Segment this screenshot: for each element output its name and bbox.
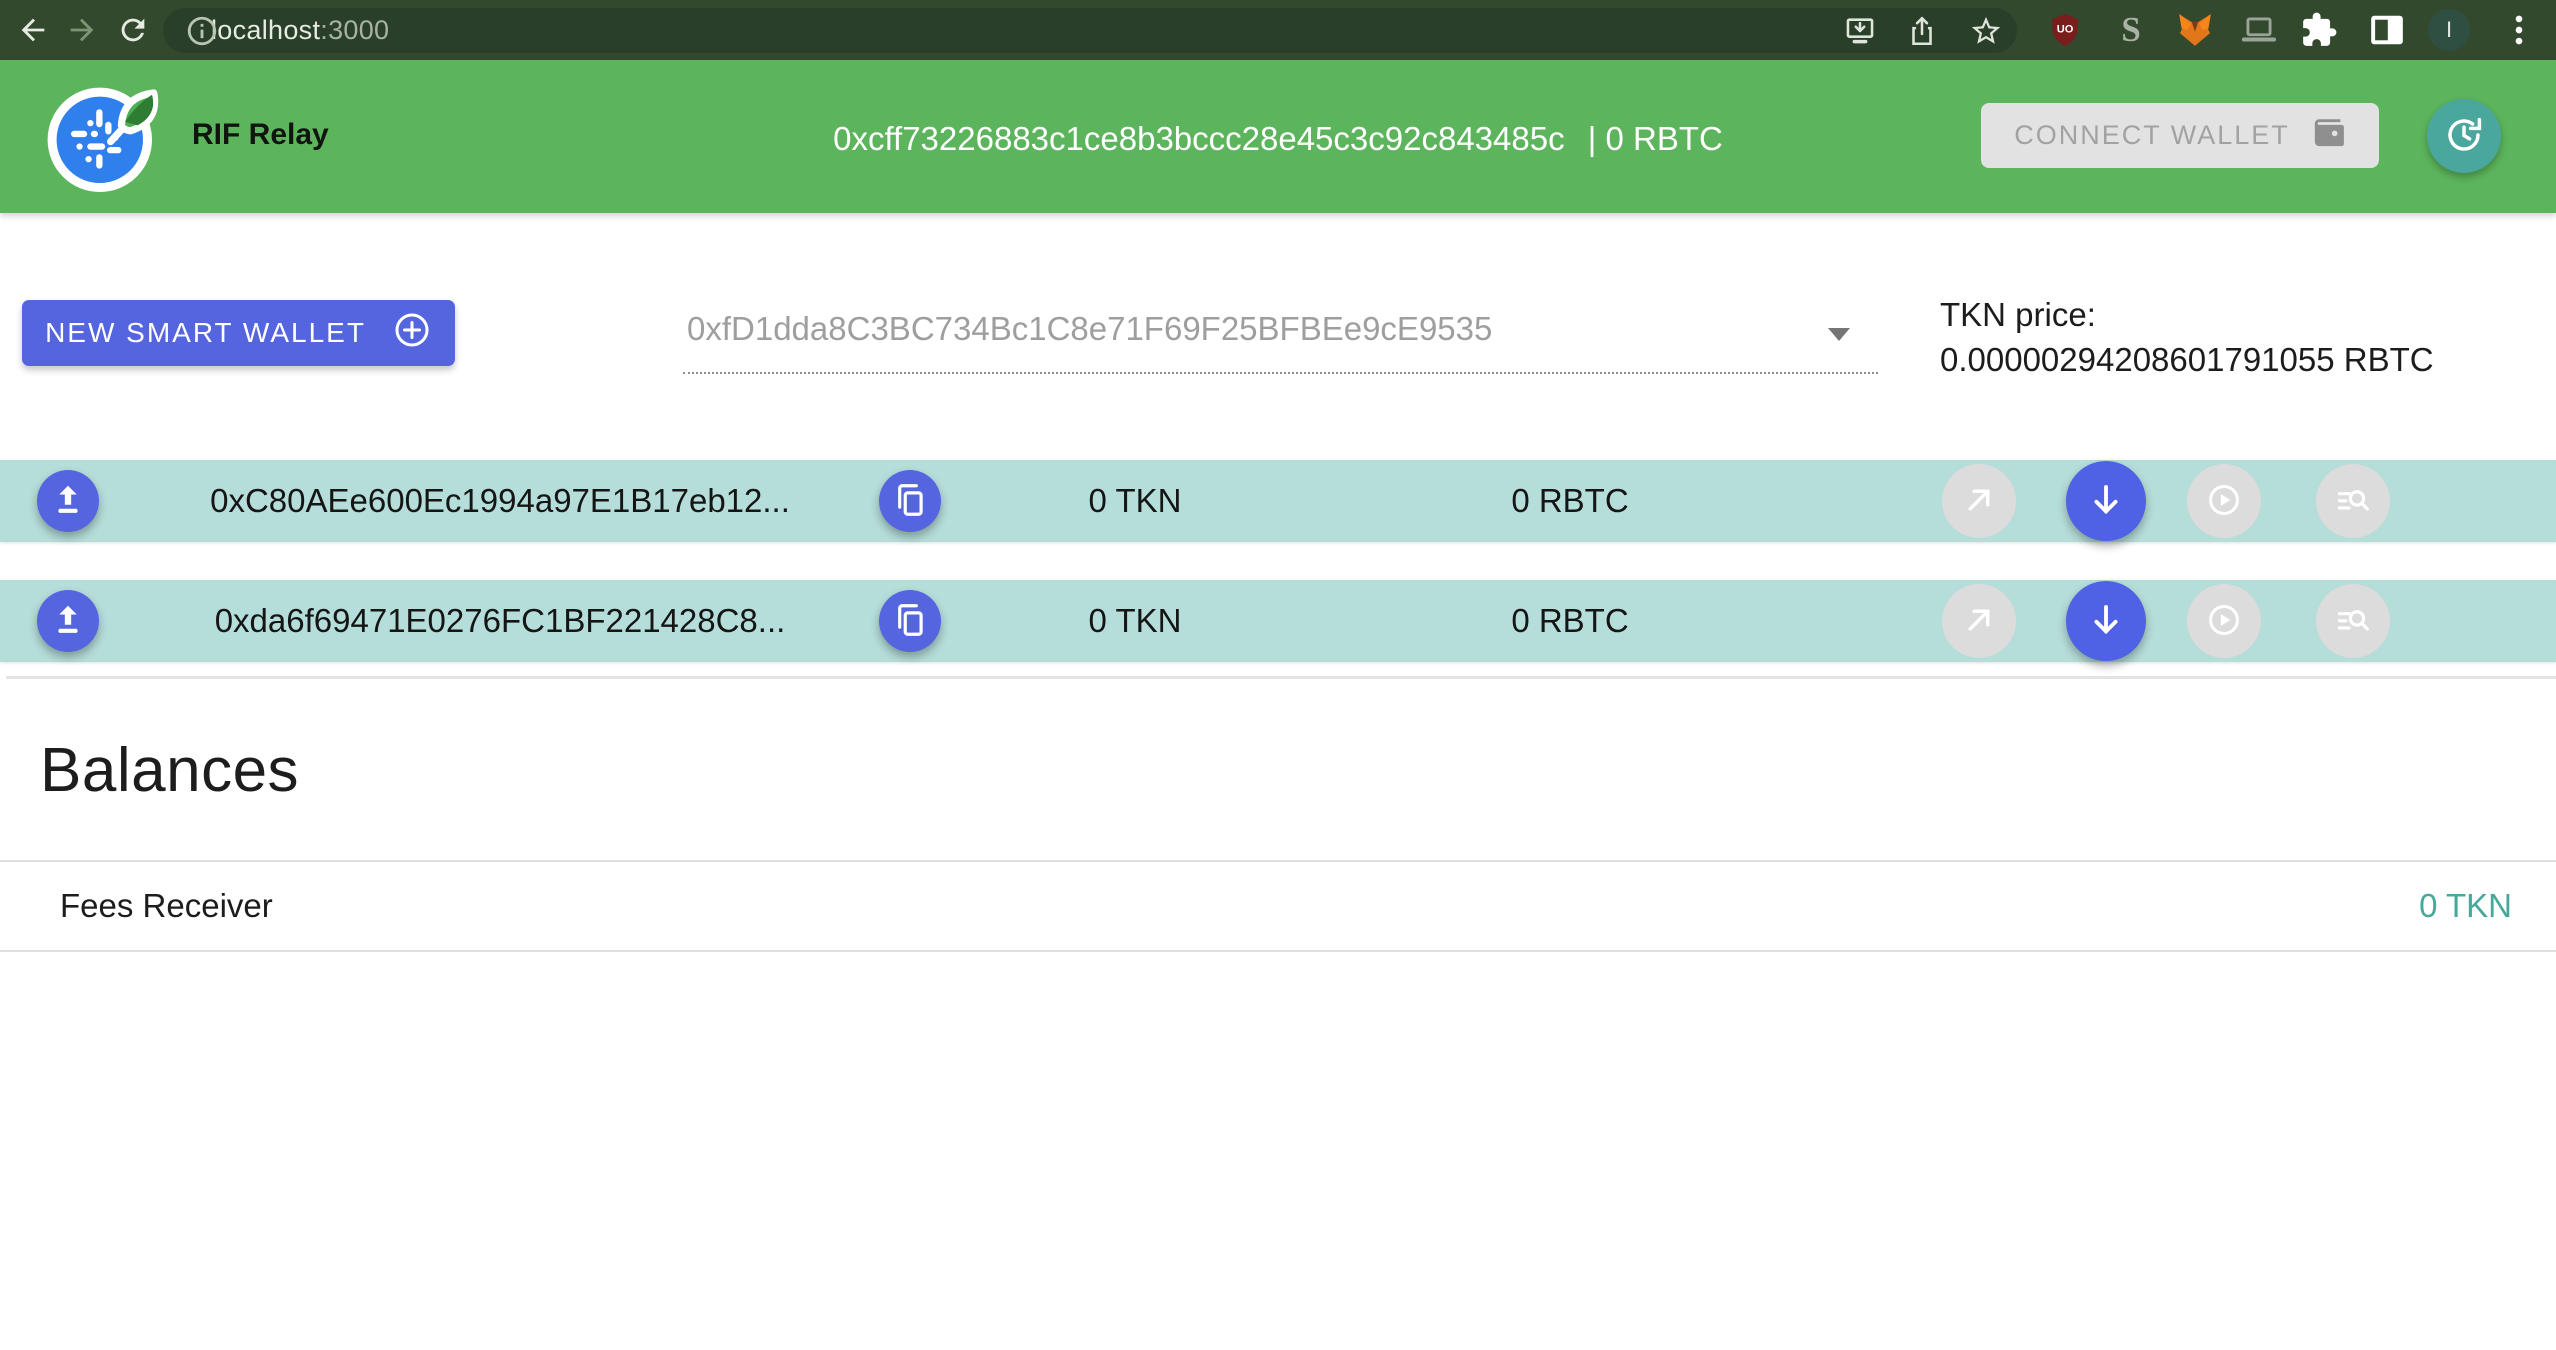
new-smart-wallet-label: NEW SMART WALLET (45, 317, 366, 349)
wallet-address: 0xda6f69471E0276FC1BF221428C8... (150, 580, 850, 662)
smart-wallet-select-value: 0xfD1dda8C3BC734Bc1C8e71F69F25BFBEe9cE95… (687, 310, 1492, 348)
balances-title: Balances (40, 735, 299, 806)
browser-toolbar: localhost:3000 UO S (0, 0, 2556, 60)
row-divider (0, 950, 2556, 952)
bookmark-star-icon[interactable] (1969, 14, 2003, 48)
execute-button[interactable] (2187, 464, 2261, 538)
arrow-down-icon (2085, 479, 2127, 524)
wallet-tkn-balance: 0 TKN (1035, 460, 1235, 542)
svg-text:UO: UO (2057, 23, 2074, 35)
balance-row: Fees Receiver 0 TKN (0, 862, 2556, 950)
copy-icon (891, 481, 929, 522)
forward-arrow-icon[interactable] (65, 13, 99, 47)
ublock-shield-icon[interactable]: UO (2046, 11, 2084, 49)
tkn-price-label: TKN price: (1940, 293, 2434, 338)
info-icon[interactable] (185, 14, 219, 48)
refresh-clock-icon (2443, 114, 2485, 159)
metamask-fox-icon[interactable] (2176, 11, 2214, 49)
play-circle-icon (2205, 601, 2243, 642)
extensions-puzzle-icon[interactable] (2300, 11, 2338, 49)
wallet-icon (2312, 115, 2346, 156)
address-bar[interactable]: localhost:3000 (163, 8, 2017, 53)
side-panel-icon[interactable] (2368, 11, 2406, 49)
laptop-icon[interactable] (2240, 11, 2278, 49)
section-divider (6, 676, 2556, 679)
balance-row-value: 0 TKN (2419, 862, 2512, 950)
transfer-button[interactable] (1942, 584, 2016, 658)
wallet-rbtc-balance: 0 RBTC (1450, 580, 1690, 662)
smart-wallet-row: 0xda6f69471E0276FC1BF221428C8... 0 TKN 0… (0, 580, 2556, 662)
surfshark-icon[interactable]: S (2112, 11, 2150, 49)
deploy-wallet-button[interactable] (37, 590, 99, 652)
profile-avatar[interactable]: I (2428, 9, 2470, 51)
receive-button[interactable] (2066, 581, 2146, 661)
relay-history-button[interactable] (2316, 464, 2390, 538)
plus-circle-icon (392, 310, 432, 357)
share-icon[interactable] (1905, 14, 1939, 48)
arrow-down-icon (2085, 599, 2127, 644)
receive-button[interactable] (2066, 461, 2146, 541)
reload-icon[interactable] (116, 13, 150, 47)
url-port: :3000 (320, 15, 389, 45)
wallet-address: 0xC80AEe600Ec1994a97E1B17eb12... (150, 460, 850, 542)
arrow-up-right-icon (1960, 601, 1998, 642)
arrow-up-right-icon (1960, 481, 1998, 522)
connect-wallet-label: CONNECT WALLET (2014, 120, 2290, 151)
account-balance: 0 RBTC (1606, 120, 1723, 157)
list-search-icon (2334, 601, 2372, 642)
dropdown-caret-icon (1828, 328, 1850, 341)
app-header: RIF Relay 0xcff73226883c1ce8b3bccc28e45c… (0, 60, 2556, 213)
url-host: localhost:3000 (211, 15, 389, 46)
upload-icon (49, 601, 87, 642)
copy-icon (891, 601, 929, 642)
transfer-button[interactable] (1942, 464, 2016, 538)
execute-button[interactable] (2187, 584, 2261, 658)
back-arrow-icon[interactable] (16, 13, 50, 47)
copy-address-button[interactable] (879, 590, 941, 652)
deploy-wallet-button[interactable] (37, 470, 99, 532)
new-smart-wallet-button[interactable]: NEW SMART WALLET (22, 300, 455, 366)
install-app-icon[interactable] (1843, 14, 1877, 48)
balance-row-label: Fees Receiver (60, 862, 273, 950)
copy-address-button[interactable] (879, 470, 941, 532)
separator: | (1588, 120, 1597, 157)
wallet-rbtc-balance: 0 RBTC (1450, 460, 1690, 542)
svg-text:S: S (2121, 11, 2140, 49)
play-circle-icon (2205, 481, 2243, 522)
relay-history-button[interactable] (2316, 584, 2390, 658)
wallet-tkn-balance: 0 TKN (1035, 580, 1235, 662)
account-address: 0xcff73226883c1ce8b3bccc28e45c3c92c84348… (833, 120, 1564, 157)
screen: localhost:3000 UO S (0, 0, 2556, 1350)
smart-wallet-select[interactable]: 0xfD1dda8C3BC734Bc1C8e71F69F25BFBEe9cE95… (683, 302, 1878, 374)
list-search-icon (2334, 481, 2372, 522)
connect-wallet-button[interactable]: CONNECT WALLET (1981, 103, 2379, 168)
smart-wallet-row: 0xC80AEe600Ec1994a97E1B17eb12... 0 TKN 0… (0, 460, 2556, 542)
tkn-price: TKN price: 0.00000294208601791055 RBTC (1940, 293, 2434, 383)
upload-icon (49, 481, 87, 522)
tkn-price-value: 0.00000294208601791055 RBTC (1940, 338, 2434, 383)
kebab-menu-icon[interactable] (2500, 11, 2538, 49)
refresh-button[interactable] (2427, 99, 2501, 173)
